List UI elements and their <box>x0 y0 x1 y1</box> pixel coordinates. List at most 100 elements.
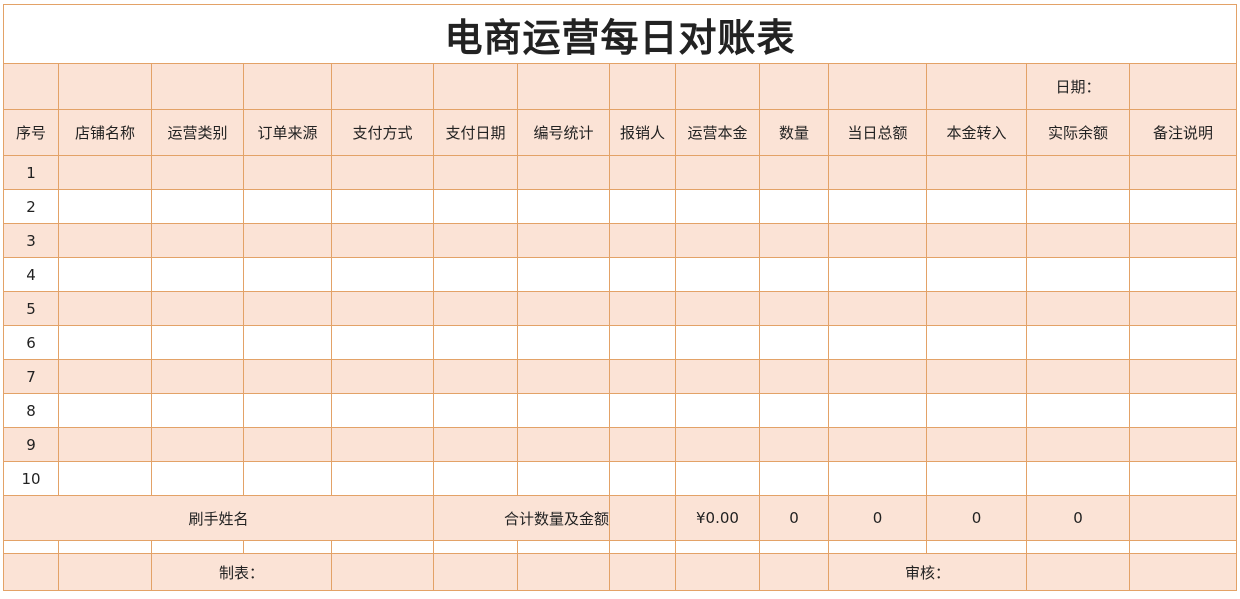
cell[interactable] <box>1128 189 1238 224</box>
cell[interactable] <box>675 223 760 258</box>
cell[interactable] <box>331 63 434 110</box>
cell[interactable] <box>828 257 927 292</box>
cell[interactable] <box>331 393 434 428</box>
cell[interactable] <box>243 540 332 554</box>
cell[interactable] <box>609 291 676 326</box>
cell[interactable] <box>517 540 610 554</box>
cell[interactable] <box>926 63 1027 110</box>
cell[interactable] <box>828 461 927 496</box>
cell[interactable] <box>609 393 676 428</box>
cell[interactable] <box>58 393 152 428</box>
cell[interactable] <box>433 427 518 462</box>
cell[interactable] <box>609 155 676 190</box>
cell[interactable] <box>926 359 1027 394</box>
cell[interactable] <box>675 540 760 554</box>
cell[interactable] <box>828 393 927 428</box>
cell[interactable] <box>517 461 610 496</box>
cell[interactable] <box>759 553 829 591</box>
cell[interactable] <box>926 291 1027 326</box>
cell[interactable] <box>675 427 760 462</box>
cell[interactable] <box>433 553 518 591</box>
cell[interactable] <box>331 540 434 554</box>
cell[interactable] <box>58 427 152 462</box>
cell[interactable] <box>243 325 332 360</box>
cell[interactable] <box>828 63 927 110</box>
cell[interactable] <box>151 540 244 554</box>
cell[interactable] <box>331 427 434 462</box>
cell[interactable] <box>828 189 927 224</box>
cell[interactable] <box>926 257 1027 292</box>
cell[interactable] <box>759 291 829 326</box>
cell[interactable] <box>1026 223 1130 258</box>
cell[interactable] <box>517 325 610 360</box>
cell[interactable] <box>609 540 676 554</box>
cell[interactable] <box>517 427 610 462</box>
cell[interactable] <box>675 257 760 292</box>
cell[interactable] <box>151 155 244 190</box>
cell[interactable] <box>331 359 434 394</box>
cell[interactable] <box>151 257 244 292</box>
cell[interactable] <box>243 257 332 292</box>
cell[interactable] <box>759 540 829 554</box>
cell[interactable] <box>675 189 760 224</box>
cell[interactable] <box>926 540 1027 554</box>
cell[interactable] <box>828 155 927 190</box>
cell[interactable] <box>828 540 927 554</box>
cell[interactable] <box>58 189 152 224</box>
cell[interactable] <box>517 257 610 292</box>
cell[interactable] <box>58 540 152 554</box>
cell[interactable] <box>243 189 332 224</box>
cell[interactable] <box>609 553 676 591</box>
cell[interactable] <box>675 325 760 360</box>
cell[interactable] <box>151 325 244 360</box>
cell[interactable] <box>331 325 434 360</box>
cell[interactable] <box>675 63 760 110</box>
cell[interactable] <box>1128 553 1238 591</box>
cell[interactable] <box>517 63 610 110</box>
cell[interactable] <box>433 359 518 394</box>
cell[interactable] <box>58 325 152 360</box>
cell[interactable] <box>926 155 1027 190</box>
cell[interactable] <box>675 291 760 326</box>
date-value-cell[interactable] <box>1128 63 1238 110</box>
cell[interactable] <box>517 189 610 224</box>
cell[interactable] <box>1128 325 1238 360</box>
cell[interactable] <box>926 223 1027 258</box>
cell[interactable] <box>609 427 676 462</box>
cell[interactable] <box>58 155 152 190</box>
cell[interactable] <box>1128 393 1238 428</box>
cell[interactable] <box>1128 495 1238 541</box>
cell[interactable] <box>1128 359 1238 394</box>
cell[interactable] <box>517 553 610 591</box>
cell[interactable] <box>151 223 244 258</box>
cell[interactable] <box>151 189 244 224</box>
cell[interactable] <box>926 393 1027 428</box>
cell[interactable] <box>151 461 244 496</box>
cell[interactable] <box>759 223 829 258</box>
cell[interactable] <box>433 155 518 190</box>
cell[interactable] <box>828 223 927 258</box>
cell[interactable] <box>433 257 518 292</box>
cell[interactable] <box>1026 155 1130 190</box>
cell[interactable] <box>58 63 152 110</box>
cell[interactable] <box>675 553 760 591</box>
cell[interactable] <box>828 291 927 326</box>
cell[interactable] <box>675 359 760 394</box>
cell[interactable] <box>759 393 829 428</box>
cell[interactable] <box>675 393 760 428</box>
cell[interactable] <box>759 461 829 496</box>
cell[interactable] <box>609 257 676 292</box>
cell[interactable] <box>58 553 152 591</box>
cell[interactable] <box>151 359 244 394</box>
cell[interactable] <box>1128 427 1238 462</box>
cell[interactable] <box>609 325 676 360</box>
cell[interactable] <box>609 359 676 394</box>
cell[interactable] <box>433 325 518 360</box>
cell[interactable] <box>151 63 244 110</box>
cell[interactable] <box>331 553 434 591</box>
cell[interactable] <box>517 393 610 428</box>
cell[interactable] <box>243 155 332 190</box>
cell[interactable] <box>243 291 332 326</box>
cell[interactable] <box>517 155 610 190</box>
cell[interactable] <box>609 495 676 541</box>
